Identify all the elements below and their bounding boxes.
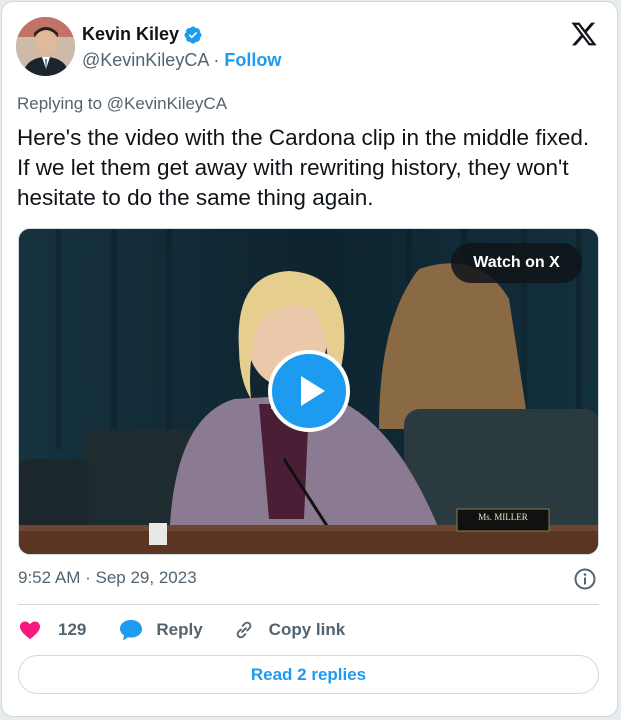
read-replies-button[interactable]: Read 2 replies xyxy=(18,655,599,694)
divider xyxy=(18,604,599,605)
author-handle[interactable]: @KevinKileyCA xyxy=(82,50,208,70)
reply-button[interactable]: Reply xyxy=(118,618,203,642)
action-bar: 129 Reply Copy link xyxy=(18,616,345,644)
like-count: 129 xyxy=(58,620,87,639)
avatar-photo xyxy=(16,17,75,76)
x-logo-icon[interactable] xyxy=(569,20,599,48)
avatar[interactable] xyxy=(16,17,75,76)
copy-link-button[interactable]: Copy link xyxy=(233,619,346,641)
author-name[interactable]: Kevin Kiley xyxy=(82,24,179,45)
handle-row: @KevinKileyCA · Follow xyxy=(82,50,281,71)
watch-on-x-button[interactable]: Watch on X xyxy=(451,243,582,283)
play-button[interactable] xyxy=(268,350,350,432)
time-separator: · xyxy=(85,568,96,587)
like-button[interactable]: 129 xyxy=(18,618,86,642)
timestamp[interactable]: 9:52 AM · Sep 29, 2023 xyxy=(18,568,197,588)
info-icon[interactable] xyxy=(573,567,597,591)
heart-icon xyxy=(20,621,40,640)
replying-handle[interactable]: @KevinKileyCA xyxy=(107,94,227,113)
tweet-time: 9:52 AM xyxy=(18,568,81,587)
follow-button[interactable]: Follow xyxy=(224,50,281,70)
reply-label: Reply xyxy=(156,620,203,639)
play-icon xyxy=(301,376,325,406)
replying-to: Replying to @KevinKileyCA xyxy=(17,94,227,114)
tweet-text: Here's the video with the Cardona clip i… xyxy=(17,125,590,210)
handle-separator: · xyxy=(213,50,225,70)
author-name-row: Kevin Kiley xyxy=(82,24,203,45)
verified-badge-icon xyxy=(184,25,202,44)
reply-bubble-icon xyxy=(120,620,143,641)
copy-link-label: Copy link xyxy=(268,620,346,639)
nameplate-text: Ms. MILLER xyxy=(478,512,528,522)
link-icon xyxy=(236,621,252,639)
replying-prefix: Replying to xyxy=(17,94,103,113)
tweet-date: Sep 29, 2023 xyxy=(95,568,197,587)
